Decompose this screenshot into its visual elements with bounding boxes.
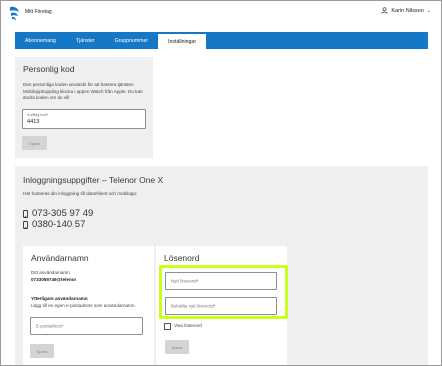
- extra-username-title: Ytterligare användarnamn: [31, 296, 88, 301]
- current-username-value: 0733059749@telenor: [31, 277, 77, 282]
- current-username-label: Ditt användarnamn: [31, 270, 70, 275]
- app-window: Mitt Företag Karin Nilsson ⌄ Abonnemang …: [0, 0, 442, 366]
- tab-tjanster[interactable]: Tjänster: [66, 32, 105, 49]
- telenor-logo-icon[interactable]: [7, 5, 21, 21]
- extra-username-description: Lägg till en egen e-postadress som använ…: [31, 303, 136, 308]
- phone-icon: [23, 220, 28, 229]
- username-save-button[interactable]: Spara: [30, 344, 54, 358]
- phone-number-landline: 0380-140 57: [23, 219, 85, 230]
- main-nav: Abonnemang Tjänster Gruppnummer Inställn…: [15, 32, 428, 49]
- login-details-title: Inloggningsuppgifter – Telenor One X: [23, 175, 164, 185]
- personal-code-save-button[interactable]: Spara: [22, 136, 47, 150]
- user-menu[interactable]: Karin Nilsson ⌄: [381, 7, 431, 14]
- tab-abonnemang[interactable]: Abonnemang: [15, 32, 66, 49]
- login-details-description: Här hanteras din inloggning till datorkl…: [23, 191, 138, 196]
- user-icon: [381, 7, 389, 14]
- top-bar: Mitt Företag Karin Nilsson ⌄: [1, 1, 441, 25]
- tab-gruppnummer[interactable]: Gruppnummer: [105, 32, 158, 49]
- phone-number-text: 073-305 97 49: [32, 208, 94, 219]
- personal-code-value: 4413: [27, 119, 40, 125]
- show-password-checkbox[interactable]: [164, 323, 171, 330]
- email-input[interactable]: E-postadress*: [30, 317, 143, 335]
- mobile-phone-icon: [23, 209, 28, 218]
- personal-code-input[interactable]: 4-siffrig kod* 4413: [22, 109, 146, 129]
- personal-code-label: 4-siffrig kod*: [27, 113, 49, 117]
- password-save-button[interactable]: Spara: [165, 340, 189, 354]
- email-placeholder: E-postadress*: [36, 323, 64, 329]
- company-name: Mitt Företag: [25, 9, 52, 15]
- password-fields-highlight: [159, 265, 288, 319]
- user-name: Karin Nilsson: [391, 7, 424, 14]
- phone-number-text: 0380-140 57: [32, 219, 86, 230]
- password-title: Lösenord: [164, 253, 200, 263]
- phone-number-mobile: 073-305 97 49: [23, 208, 93, 219]
- personal-code-title: Personlig kod: [23, 64, 75, 74]
- personal-code-panel: Personlig kod Den personliga koden använ…: [15, 57, 153, 158]
- personal-code-description: Den personliga koden används för att han…: [23, 82, 143, 101]
- show-password-label[interactable]: Visa lösenord: [174, 323, 202, 330]
- username-card: Användarnamn Ditt användarnamn 073305974…: [23, 246, 154, 365]
- chevron-down-icon: ⌄: [426, 7, 431, 14]
- tab-installningar[interactable]: Inställningar: [158, 33, 207, 49]
- username-title: Användarnamn: [31, 253, 89, 263]
